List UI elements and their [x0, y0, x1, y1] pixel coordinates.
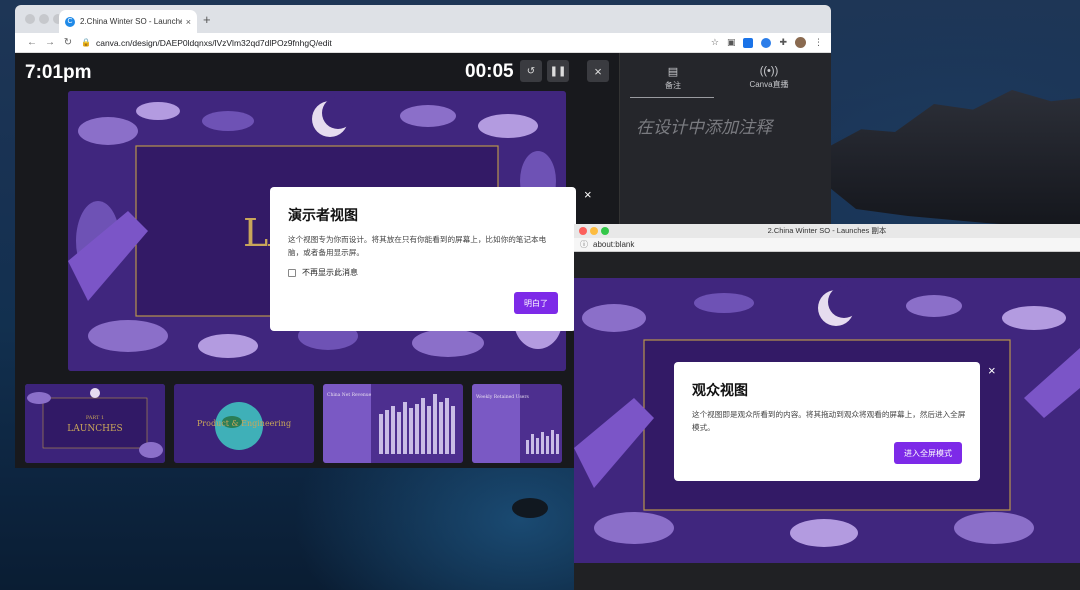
thumbnail-3[interactable]: China Net Revenue	[323, 384, 463, 463]
close-presenter-icon[interactable]: ×	[587, 60, 609, 82]
notes-icon: ▤	[667, 66, 679, 78]
dialog-title: 演示者视图	[288, 207, 358, 223]
tab-canva-live[interactable]: ((•)) Canva直播	[724, 65, 814, 90]
back-icon[interactable]: ←	[23, 37, 41, 48]
audience-dialog-body: 这个视图即是观众所看到的内容。将其拖动到观众将观看的屏幕上，然后进入全屏模式。	[692, 410, 966, 432]
notes-placeholder[interactable]: 在设计中添加注释	[636, 113, 772, 138]
checkbox-label: 不再显示此消息	[302, 268, 358, 277]
extension-stack-icon[interactable]: ▣	[727, 37, 736, 48]
reset-timer-icon[interactable]: ↺	[520, 60, 542, 82]
url-host: canva.cn	[95, 37, 130, 48]
audience-dialog-close-icon[interactable]: ×	[988, 363, 996, 378]
active-tab-indicator	[630, 97, 714, 98]
thumbnail-1[interactable]: PART 1 LAUNCHES	[25, 384, 165, 463]
thumb3-title: China Net Revenue	[327, 392, 372, 398]
forward-icon[interactable]: →	[41, 37, 59, 48]
canva-favicon-icon: C	[65, 16, 75, 27]
thumbnail-art: Product & Engineering	[174, 384, 314, 463]
broadcast-icon: ((•))	[759, 65, 779, 77]
audience-minimize-dot[interactable]	[590, 227, 598, 235]
dialog-body: 这个视图专为你而设计。将其放在只有你能看到的屏幕上，比如你的笔记本电脑，或者备用…	[288, 235, 547, 257]
slide-thumbnails: PART 1 LAUNCHES Product & Engineering Ch…	[25, 384, 562, 464]
got-it-button[interactable]: 明白了	[514, 292, 558, 314]
tab-title: 2.China Winter SO - Launches	[80, 17, 182, 26]
thumb1-line1: PART 1	[86, 415, 104, 421]
audience-zoom-dot[interactable]	[601, 227, 609, 235]
audience-address-bar[interactable]: ⓘ about:blank	[574, 238, 1080, 252]
address-bar[interactable]: 🔒 canva.cn/design/DAEP0ldqnxs/lVzVlm32qd…	[81, 35, 703, 51]
tab-notes[interactable]: ▤ 备注	[628, 65, 718, 91]
menu-kebab-icon[interactable]: ⋮	[814, 37, 823, 48]
enter-fullscreen-button[interactable]: 进入全屏模式	[894, 442, 962, 464]
toolbar-icons: ☆ ▣ ✚ ⋮	[711, 37, 823, 48]
lock-icon: 🔒	[81, 38, 91, 47]
tab-notes-label: 备注	[665, 81, 681, 90]
url-path: /design/DAEP0ldqnxs/lVzVlm32qd7dlPOz9fnh…	[130, 37, 332, 48]
presenter-view-dialog: 演示者视图 这个视图专为你而设计。将其放在只有你能看到的屏幕上，比如你的笔记本电…	[270, 187, 576, 331]
dont-show-again-checkbox[interactable]: 不再显示此消息	[288, 267, 558, 278]
browser-tab[interactable]: C 2.China Winter SO - Launches ×	[59, 10, 197, 33]
reload-icon[interactable]: ↻	[59, 37, 77, 48]
tab-live-label: Canva直播	[749, 80, 789, 89]
thumb2-title: Product & Engineering	[197, 419, 291, 428]
new-tab-button[interactable]: +	[203, 12, 211, 27]
extension-cast-icon[interactable]	[761, 37, 772, 48]
tab-bar: C 2.China Winter SO - Launches × +	[15, 5, 831, 33]
thumbnail-art: Weekly Retained Users	[472, 384, 562, 463]
current-time: 7:01pm	[25, 62, 92, 83]
window-minimize-dot[interactable]	[39, 14, 49, 24]
window-close-dot[interactable]	[25, 14, 35, 24]
audience-url: about:blank	[593, 240, 635, 249]
audience-view-dialog: 观众视图 这个视图即是观众所看到的内容。将其拖动到观众将观看的屏幕上，然后进入全…	[674, 362, 980, 481]
browser-toolbar: ← → ↻ 🔒 canva.cn/design/DAEP0ldqnxs/lVzV…	[15, 33, 831, 53]
audience-window-title: 2.China Winter SO - Launches 副本	[767, 226, 887, 235]
thumb1-line2: LAUNCHES	[67, 424, 122, 434]
profile-avatar[interactable]	[795, 37, 806, 48]
audience-window-titlebar: 2.China Winter SO - Launches 副本	[574, 224, 1080, 238]
wallpaper-rock	[512, 498, 548, 518]
presenter-dialog-close-icon[interactable]: ×	[584, 187, 592, 202]
thumbnail-4[interactable]: Weekly Retained Users	[472, 384, 562, 463]
extensions-puzzle-icon[interactable]: ✚	[779, 37, 787, 48]
thumbnail-art: China Net Revenue	[323, 384, 463, 463]
extension-blue-icon[interactable]	[743, 37, 754, 48]
thumb4-title: Weekly Retained Users	[476, 394, 529, 400]
thumbnail-art: PART 1 LAUNCHES	[25, 384, 165, 463]
audience-dialog-title: 观众视图	[692, 382, 748, 398]
tab-close-icon[interactable]: ×	[186, 17, 191, 27]
checkbox-icon[interactable]	[288, 268, 296, 277]
audience-close-dot[interactable]	[579, 227, 587, 235]
info-icon: ⓘ	[580, 240, 588, 249]
pause-icon[interactable]: ❚❚	[547, 60, 569, 82]
bookmark-star-icon[interactable]: ☆	[711, 37, 719, 48]
thumbnail-2[interactable]: Product & Engineering	[174, 384, 314, 463]
elapsed-timer: 00:05	[465, 61, 514, 82]
